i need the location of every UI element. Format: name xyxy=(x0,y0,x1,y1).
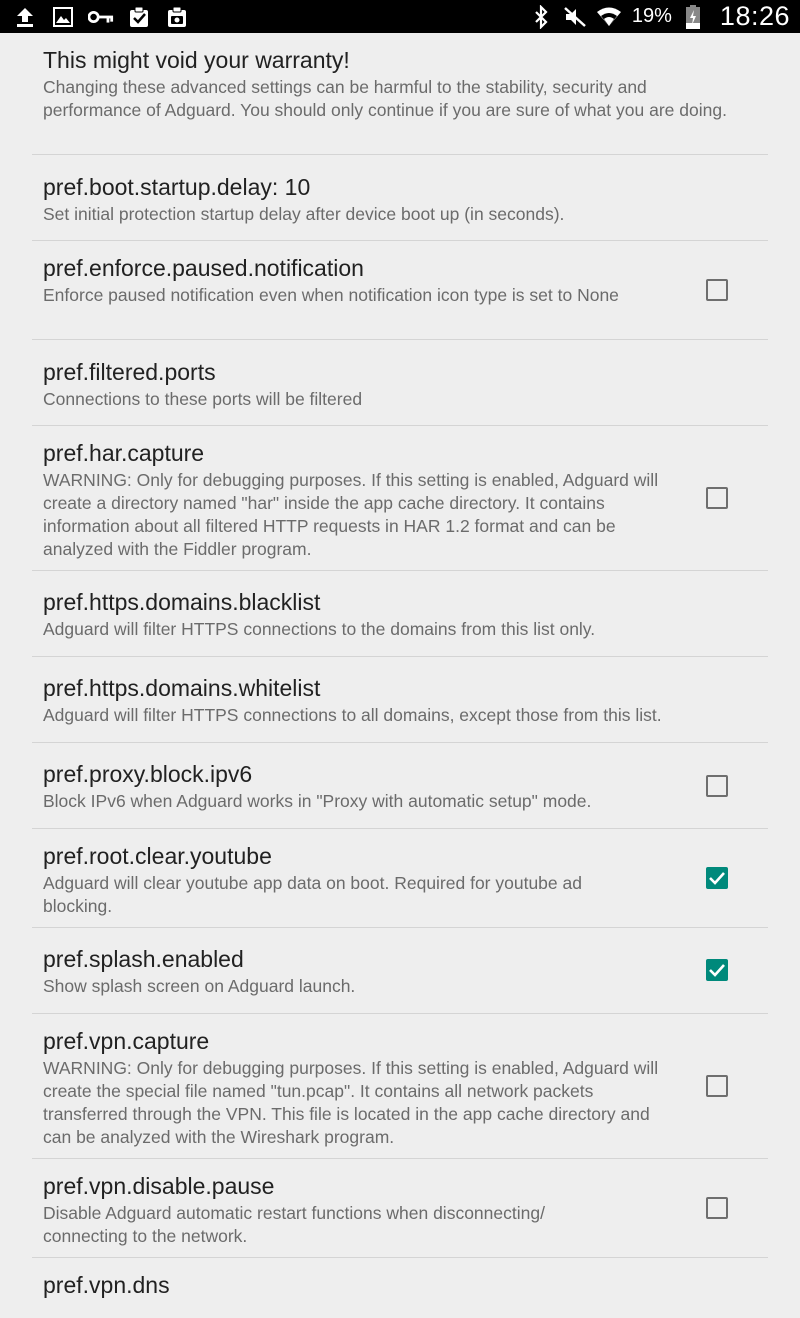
pref-title: pref.splash.enabled xyxy=(43,946,244,972)
pref-item-vpn-capture[interactable]: pref.vpn.capture WARNING: Only for debug… xyxy=(32,1014,768,1159)
pref-summary: Disable Adguard automatic restart functi… xyxy=(43,1203,545,1246)
pref-item-warranty-warning: This might void your warranty! Changing … xyxy=(32,33,768,155)
pref-item-vpn-disable-pause[interactable]: pref.vpn.disable.pause Disable Adguard a… xyxy=(32,1159,768,1258)
wifi-icon xyxy=(596,4,622,30)
checkbox[interactable] xyxy=(706,279,728,301)
pref-item-https-domains-blacklist[interactable]: pref.https.domains.blacklist Adguard wil… xyxy=(32,571,768,657)
pref-title: pref.https.domains.blacklist xyxy=(43,589,321,615)
check-icon xyxy=(709,872,725,885)
checkbox[interactable] xyxy=(706,775,728,797)
pref-title: This might void your warranty! xyxy=(43,47,350,73)
pref-summary: Adguard will clear youtube app data on b… xyxy=(43,873,582,916)
pref-summary: Changing these advanced settings can be … xyxy=(43,77,727,120)
bluetooth-icon xyxy=(528,4,554,30)
pref-item-vpn-dns[interactable]: pref.vpn.dns xyxy=(32,1258,768,1318)
pref-title: pref.boot.startup.delay: 10 xyxy=(43,174,311,200)
system-icons: 19% 18:26 xyxy=(528,0,790,33)
pref-item-root-clear-youtube[interactable]: pref.root.clear.youtube Adguard will cle… xyxy=(32,829,768,928)
checkbox-checked[interactable] xyxy=(706,959,728,981)
preferences-list: This might void your warranty! Changing … xyxy=(32,33,768,1318)
check-icon xyxy=(709,964,725,977)
pref-item-har-capture[interactable]: pref.har.capture WARNING: Only for debug… xyxy=(32,426,768,571)
pref-item-proxy-block-ipv6[interactable]: pref.proxy.block.ipv6 Block IPv6 when Ad… xyxy=(32,743,768,829)
notification-icons xyxy=(12,0,190,33)
pref-summary: Adguard will filter HTTPS connections to… xyxy=(43,705,662,725)
pref-title: pref.enforce.paused.notification xyxy=(43,255,364,281)
pref-title: pref.vpn.disable.pause xyxy=(43,1173,275,1199)
pref-summary: Set initial protection startup delay aft… xyxy=(43,204,565,224)
checkbox-checked[interactable] xyxy=(706,867,728,889)
pref-title: pref.root.clear.youtube xyxy=(43,843,272,869)
status-bar: 19% 18:26 xyxy=(0,0,800,33)
pref-title: pref.https.domains.whitelist xyxy=(43,675,321,701)
pref-summary: Enforce paused notification even when no… xyxy=(43,285,619,305)
muted-icon xyxy=(562,4,588,30)
pref-title: pref.proxy.block.ipv6 xyxy=(43,761,253,787)
image-icon xyxy=(50,4,76,30)
pref-title: pref.vpn.capture xyxy=(43,1028,210,1054)
pref-summary: Adguard will filter HTTPS connections to… xyxy=(43,619,596,639)
battery-percent: 19% xyxy=(631,5,672,27)
pref-summary: Show splash screen on Adguard launch. xyxy=(43,976,356,996)
checkbox[interactable] xyxy=(706,487,728,509)
pref-title: pref.har.capture xyxy=(43,440,205,466)
pref-summary: WARNING: Only for debugging purposes. If… xyxy=(43,470,659,559)
clipboard-camera-icon xyxy=(164,4,190,30)
upload-icon xyxy=(12,4,38,30)
checkbox[interactable] xyxy=(706,1075,728,1097)
clipboard-check-icon xyxy=(126,4,152,30)
pref-item-https-domains-whitelist[interactable]: pref.https.domains.whitelist Adguard wil… xyxy=(32,657,768,743)
pref-summary: WARNING: Only for debugging purposes. If… xyxy=(43,1058,659,1147)
pref-item-splash-enabled[interactable]: pref.splash.enabled Show splash screen o… xyxy=(32,928,768,1014)
pref-item-filtered-ports[interactable]: pref.filtered.ports Connections to these… xyxy=(32,340,768,426)
clock: 18:26 xyxy=(719,1,790,31)
checkbox[interactable] xyxy=(706,1197,728,1219)
pref-item-boot-startup-delay[interactable]: pref.boot.startup.delay: 10 Set initial … xyxy=(32,155,768,241)
battery-charging-icon xyxy=(680,4,706,30)
pref-title: pref.vpn.dns xyxy=(43,1272,170,1298)
pref-summary: Block IPv6 when Adguard works in "Proxy … xyxy=(43,791,592,811)
pref-summary: Connections to these ports will be filte… xyxy=(43,389,363,409)
key-icon xyxy=(88,4,114,30)
pref-item-enforce-paused-notification[interactable]: pref.enforce.paused.notification Enforce… xyxy=(32,241,768,340)
pref-title: pref.filtered.ports xyxy=(43,359,216,385)
